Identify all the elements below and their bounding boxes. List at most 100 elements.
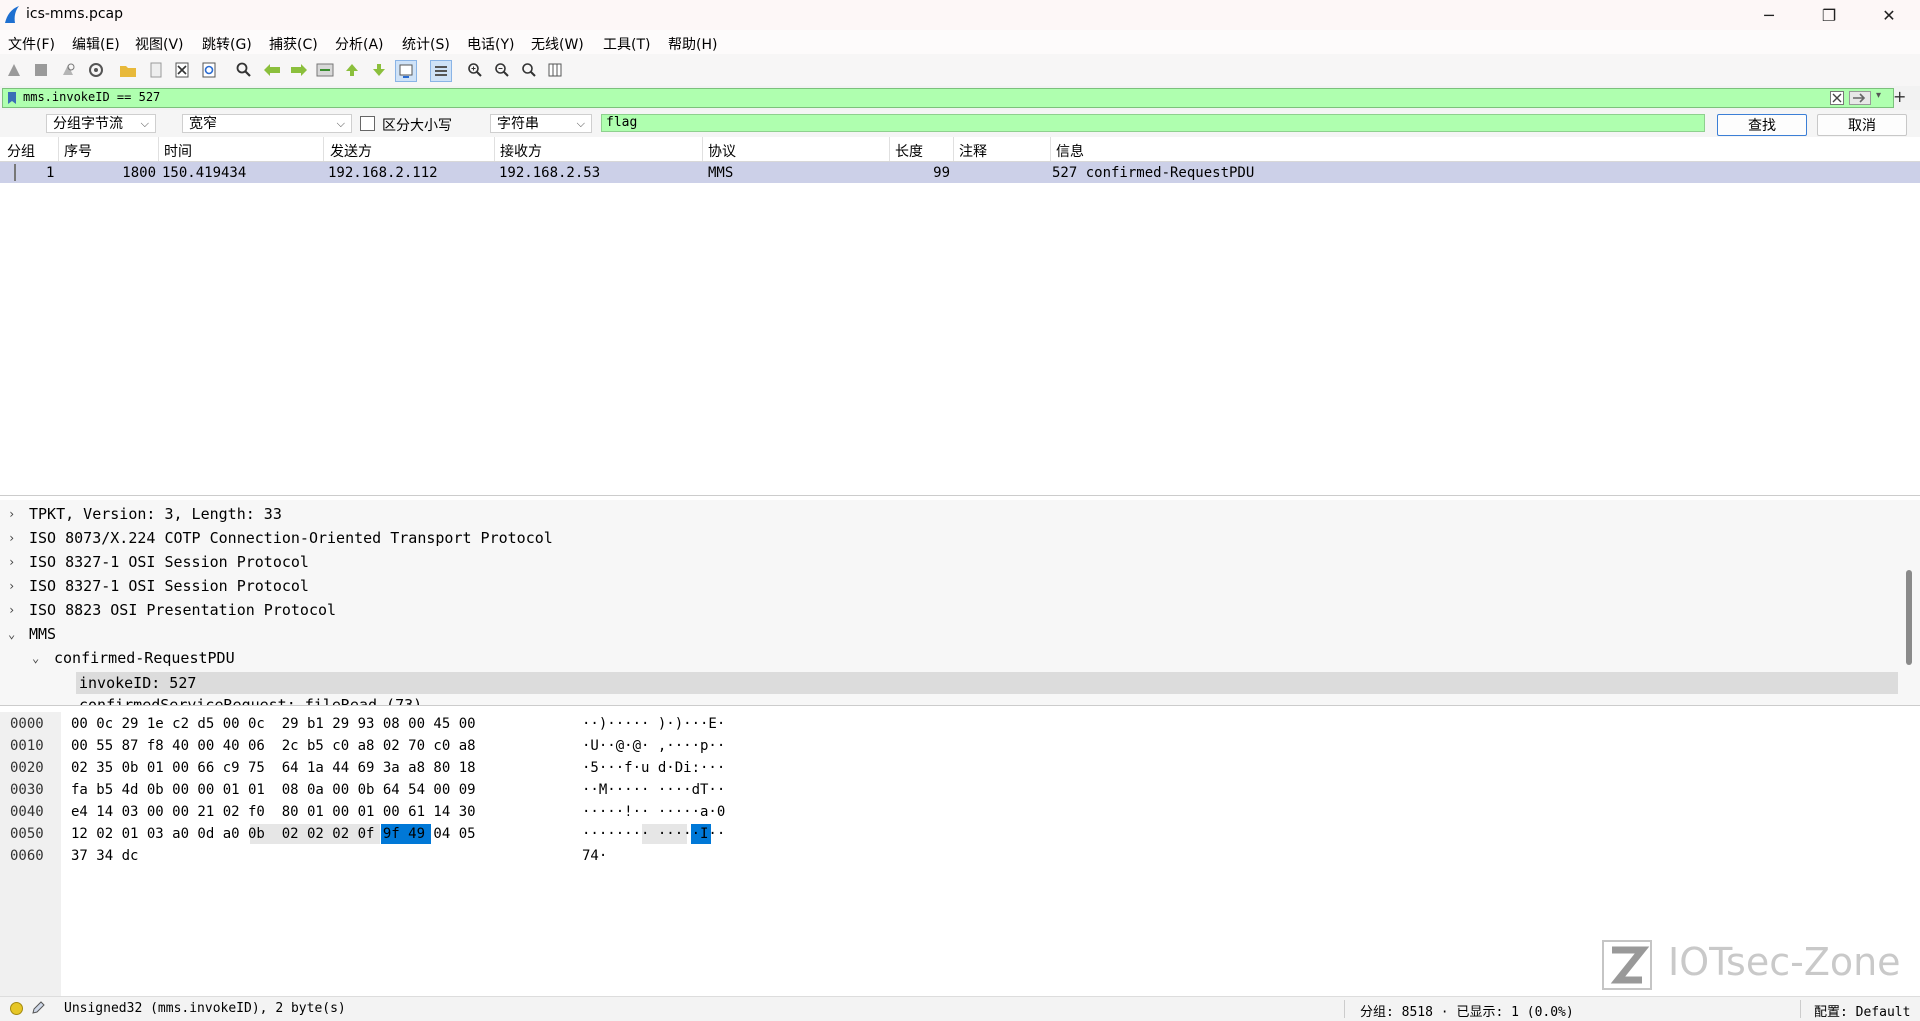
clear-filter-icon[interactable]	[1830, 91, 1844, 105]
apply-filter-icon[interactable]	[1849, 91, 1871, 105]
byte-hex-row[interactable]: 00 0c 29 1e c2 d5 00 0c 29 b1 29 93 08 0…	[71, 716, 476, 732]
byte-offset: 0040	[10, 804, 44, 820]
menu-analyze[interactable]: 分析(A)	[335, 34, 384, 54]
menu-statistics[interactable]: 统计(S)	[402, 34, 450, 54]
char-width-value: 宽窄	[189, 116, 217, 132]
col-header-comment[interactable]: 注释	[959, 141, 987, 161]
menu-telephony[interactable]: 电话(Y)	[467, 34, 514, 54]
edit-comment-icon[interactable]	[30, 1000, 46, 1016]
tree-node-service-request[interactable]: confirmedServiceRequest: fileRead (73)	[79, 696, 422, 705]
col-header-info[interactable]: 信息	[1056, 141, 1084, 161]
zoom-in-icon[interactable]	[465, 60, 485, 80]
search-string-input[interactable]: flag	[601, 114, 1705, 132]
col-header-destination[interactable]: 接收方	[500, 141, 542, 161]
add-filter-button-icon[interactable]: +	[1893, 87, 1906, 106]
restart-capture-icon[interactable]	[58, 60, 78, 80]
status-field-info: Unsigned32 (mms.invokeID), 2 byte(s)	[64, 1001, 346, 1016]
col-header-length[interactable]: 长度	[895, 141, 923, 161]
filter-history-icon[interactable]: ▾	[1876, 90, 1881, 101]
resize-columns-icon[interactable]	[545, 60, 565, 80]
byte-offset: 0050	[10, 826, 44, 842]
chevron-down-icon: ⌵	[140, 117, 149, 130]
packet-row-selected[interactable]: 1 1800 150.419434 192.168.2.112 192.168.…	[0, 162, 1920, 183]
auto-scroll-icon[interactable]	[395, 60, 417, 82]
save-file-icon[interactable]	[146, 60, 166, 80]
col-header-number[interactable]: 序号	[64, 141, 92, 161]
tree-node-confirmed-request[interactable]: confirmed-RequestPDU	[54, 649, 235, 667]
byte-hex-row[interactable]: fa b5 4d 0b 00 00 01 01 08 0a 00 0b 64 5…	[71, 782, 476, 798]
bookmark-icon[interactable]	[7, 91, 17, 105]
normal-size-icon[interactable]	[519, 60, 539, 80]
tree-node-invoke-id[interactable]: invokeID: 527	[79, 674, 196, 692]
tree-node-tpkt[interactable]: TPKT, Version: 3, Length: 33	[29, 505, 282, 523]
chevron-down-icon[interactable]: ⌄	[8, 627, 15, 641]
col-header-group[interactable]: 分组	[7, 141, 35, 161]
search-scope-select[interactable]: 分组字节流 ⌵	[46, 114, 156, 133]
menu-wireless[interactable]: 无线(W)	[531, 34, 584, 54]
cancel-button[interactable]: 取消	[1817, 114, 1907, 136]
last-packet-icon[interactable]	[369, 60, 389, 80]
byte-ascii-row[interactable]: ··)····· )·)···E·	[582, 716, 725, 732]
tree-node-session-2[interactable]: ISO 8327-1 OSI Session Protocol	[29, 577, 309, 595]
close-file-icon[interactable]	[172, 60, 192, 80]
chevron-right-icon[interactable]: ›	[8, 603, 15, 617]
menu-edit[interactable]: 编辑(E)	[72, 34, 120, 54]
byte-hex-row[interactable]: 12 02 01 03 a0 0d a0 0b 02 02 02 0f 9f 4…	[71, 826, 476, 842]
details-scrollbar-thumb[interactable]	[1906, 570, 1912, 665]
display-filter-input[interactable]: mms.invokeID == 527 ▾	[2, 88, 1894, 108]
chevron-right-icon[interactable]: ›	[8, 507, 15, 521]
tree-node-session-1[interactable]: ISO 8327-1 OSI Session Protocol	[29, 553, 309, 571]
menu-tools[interactable]: 工具(T)	[603, 34, 650, 54]
capture-options-icon[interactable]	[86, 60, 106, 80]
menu-go[interactable]: 跳转(G)	[202, 34, 252, 54]
status-profile[interactable]: 配置: Default	[1814, 1001, 1910, 1020]
colorize-icon[interactable]	[430, 60, 452, 82]
close-window-button[interactable]: ✕	[1866, 0, 1912, 30]
chevron-right-icon[interactable]: ›	[8, 579, 15, 593]
minimize-button[interactable]: ─	[1746, 0, 1792, 30]
menu-help[interactable]: 帮助(H)	[668, 34, 717, 54]
search-type-select[interactable]: 字符串 ⌵	[490, 114, 592, 133]
start-capture-icon[interactable]	[4, 60, 24, 80]
menu-file[interactable]: 文件(F)	[8, 34, 55, 54]
byte-ascii-row[interactable]: ········ ·····I··	[582, 826, 725, 842]
byte-ascii-row[interactable]: 74·	[582, 848, 607, 864]
byte-hex-row[interactable]: 02 35 0b 01 00 66 c9 75 64 1a 44 69 3a a…	[71, 760, 476, 776]
byte-ascii-row[interactable]: ·····!·· ·····a·0	[582, 804, 725, 820]
byte-hex-row[interactable]: e4 14 03 00 00 21 02 f0 80 01 00 01 00 6…	[71, 804, 476, 820]
open-file-icon[interactable]	[118, 60, 138, 80]
tree-node-presentation[interactable]: ISO 8823 OSI Presentation Protocol	[29, 601, 336, 619]
stop-capture-icon[interactable]	[31, 60, 51, 80]
chevron-down-icon[interactable]: ⌄	[32, 651, 39, 665]
go-forward-icon[interactable]	[289, 60, 309, 80]
cell-source: 192.168.2.112	[328, 165, 438, 181]
byte-ascii-row[interactable]: ·5···f·u d·Di:···	[582, 760, 725, 776]
menu-view[interactable]: 视图(V)	[135, 34, 184, 54]
first-packet-icon[interactable]	[342, 60, 362, 80]
byte-ascii-row[interactable]: ·U··@·@· ,····p··	[582, 738, 725, 754]
byte-offset: 0020	[10, 760, 44, 776]
reload-file-icon[interactable]	[199, 60, 219, 80]
expert-info-icon[interactable]	[10, 1002, 23, 1015]
tree-node-cotp[interactable]: ISO 8073/X.224 COTP Connection-Oriented …	[29, 529, 553, 547]
find-packet-icon[interactable]	[234, 60, 254, 80]
col-header-protocol[interactable]: 协议	[708, 141, 736, 161]
chevron-right-icon[interactable]: ›	[8, 531, 15, 545]
chevron-down-icon[interactable]: ⌄	[56, 698, 63, 705]
zoom-out-icon[interactable]	[492, 60, 512, 80]
byte-hex-row[interactable]: 00 55 87 f8 40 00 40 06 2c b5 c0 a8 02 7…	[71, 738, 476, 754]
tree-node-selected-highlight	[76, 672, 1898, 694]
col-header-time[interactable]: 时间	[164, 141, 192, 161]
char-width-select[interactable]: 宽窄 ⌵	[182, 114, 352, 133]
go-to-packet-icon[interactable]	[315, 60, 335, 80]
byte-ascii-row[interactable]: ··M····· ····dT··	[582, 782, 725, 798]
col-header-source[interactable]: 发送方	[330, 141, 372, 161]
menu-capture[interactable]: 捕获(C)	[269, 34, 318, 54]
chevron-right-icon[interactable]: ›	[8, 555, 15, 569]
go-back-icon[interactable]	[262, 60, 282, 80]
case-sensitive-checkbox[interactable]	[360, 116, 375, 131]
byte-hex-row[interactable]: 37 34 dc	[71, 848, 138, 864]
find-button[interactable]: 查找	[1717, 114, 1807, 136]
tree-node-mms[interactable]: MMS	[29, 625, 56, 643]
restore-button[interactable]: ❐	[1806, 0, 1852, 30]
